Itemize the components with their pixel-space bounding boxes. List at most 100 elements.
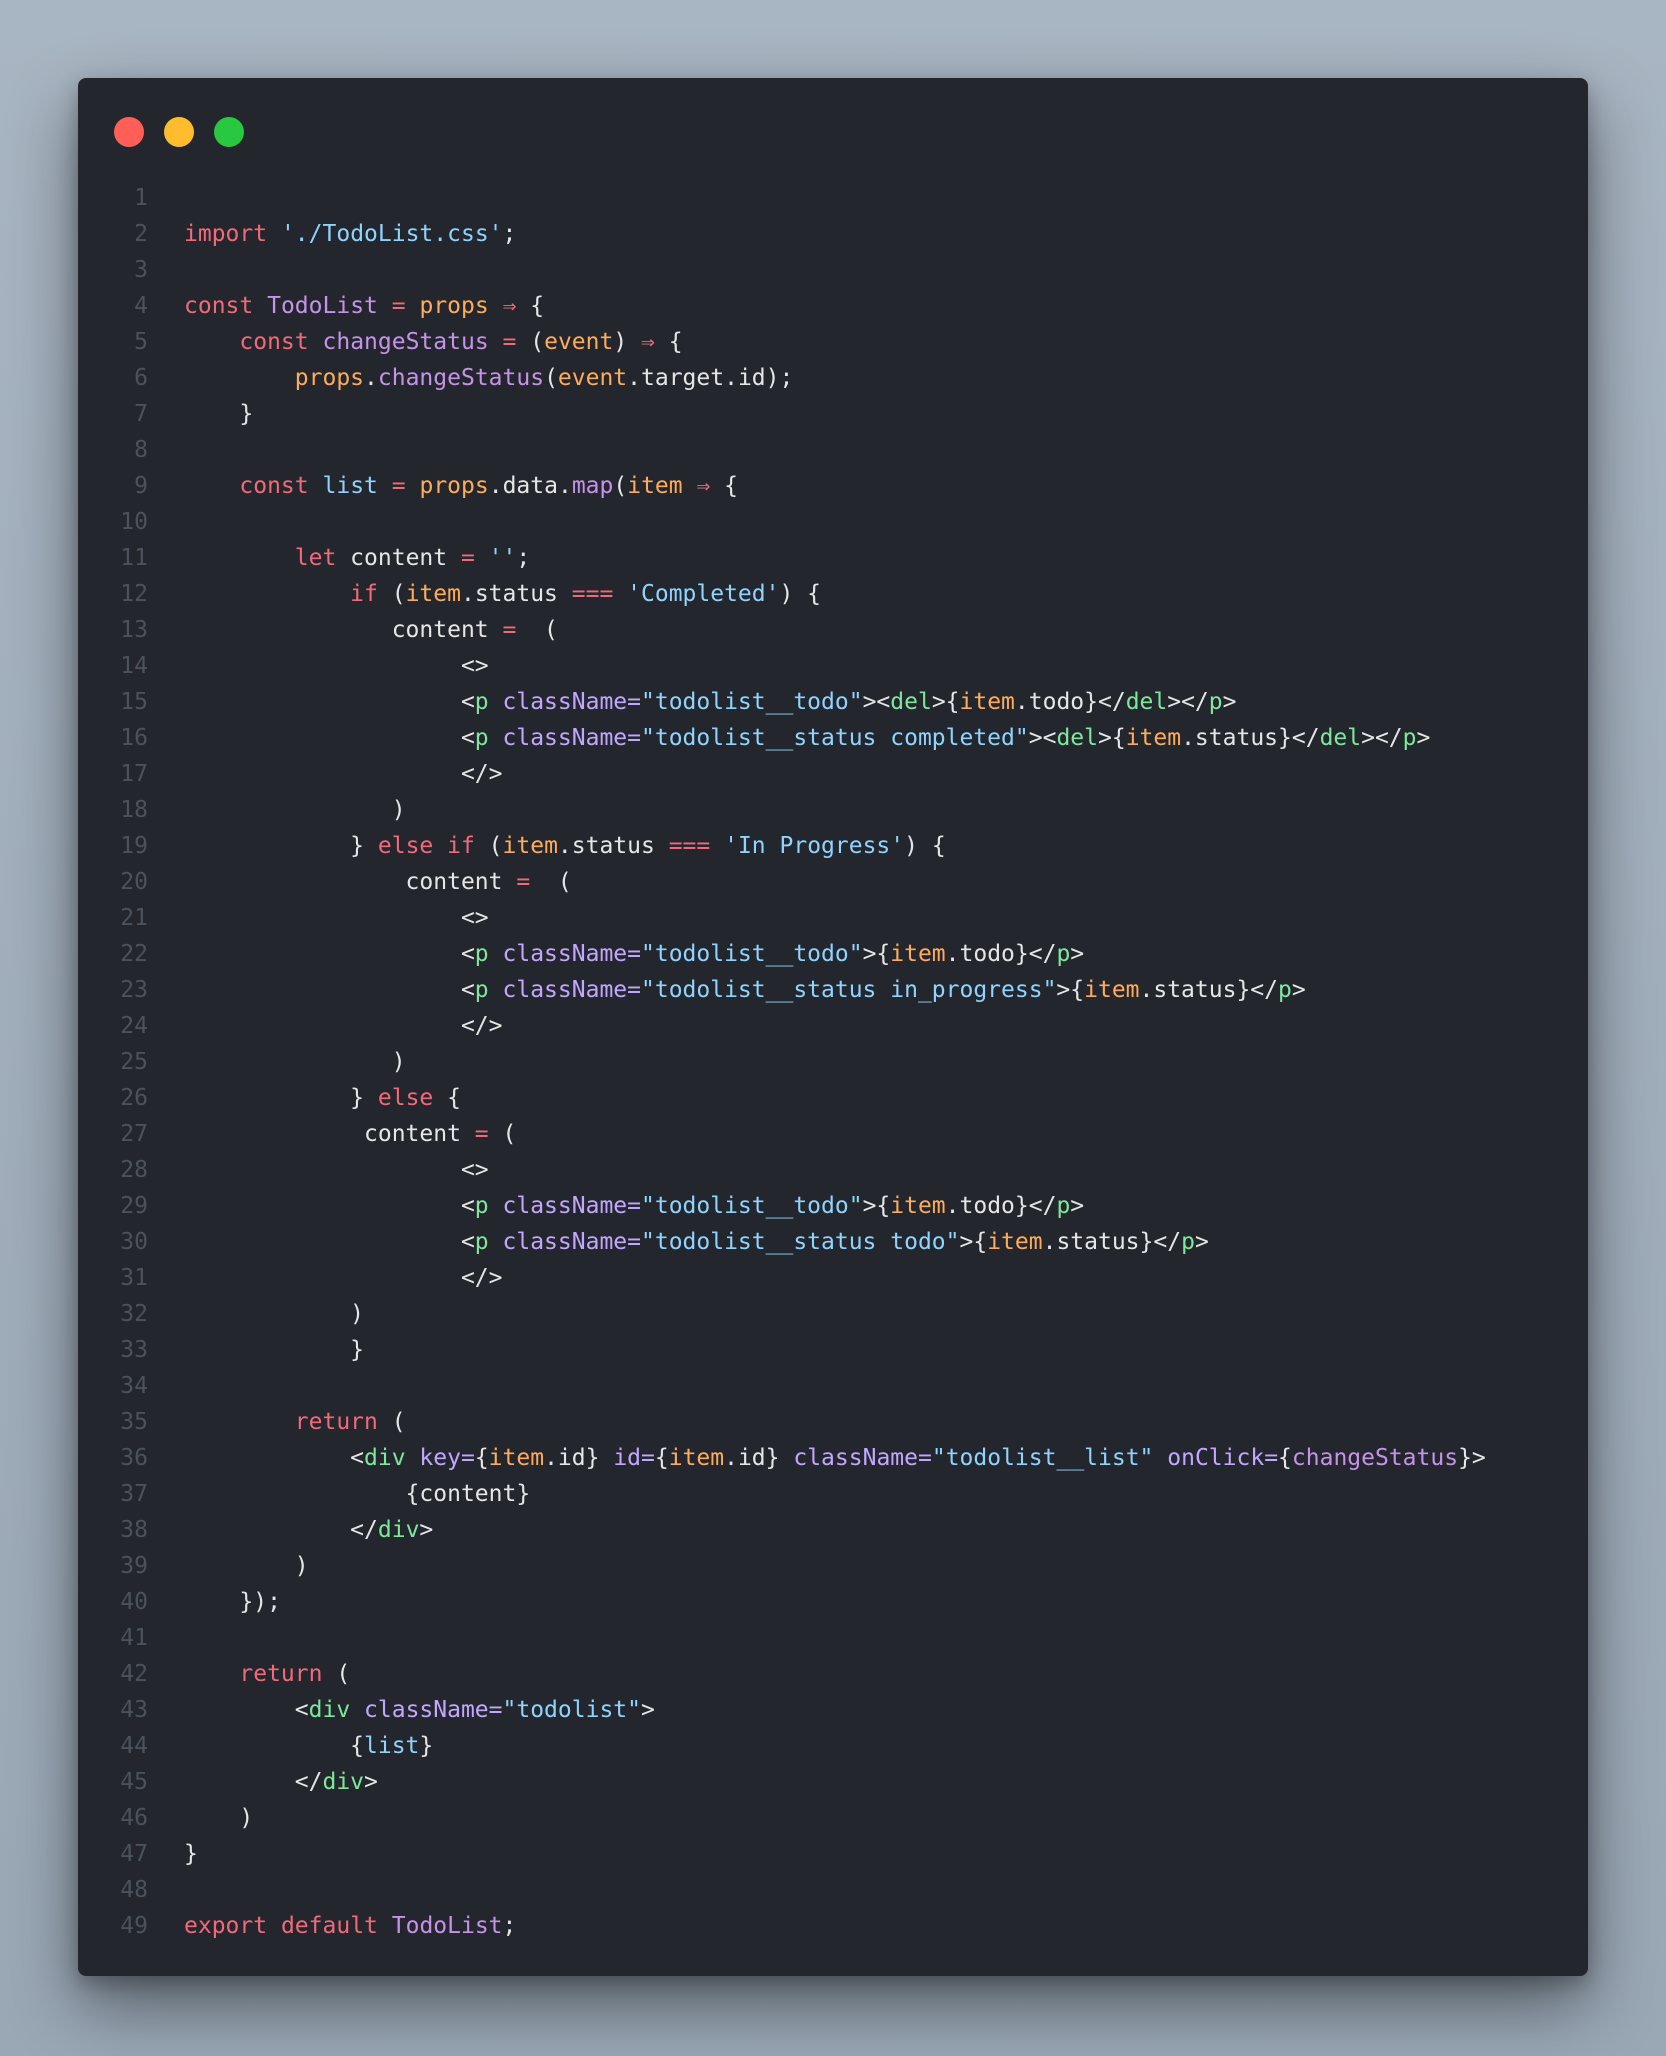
code-token: if	[350, 581, 378, 607]
code-token: p	[474, 977, 489, 1003]
line-number: 12	[120, 581, 148, 607]
code-token: content	[336, 545, 461, 571]
line-number: 34	[120, 1373, 148, 1399]
code-token: >	[364, 1769, 378, 1795]
code-text: let content = '';	[148, 540, 530, 576]
code-token: else	[377, 833, 434, 859]
code-token: >	[641, 1697, 655, 1723]
code-token: <	[184, 1229, 475, 1255]
code-token: .status	[460, 581, 572, 607]
code-token: p	[474, 941, 489, 967]
code-token: return	[294, 1409, 378, 1435]
code-token: import	[184, 221, 268, 247]
code-token: <	[184, 689, 475, 715]
code-token: }	[184, 1841, 198, 1867]
code-token: )	[184, 797, 406, 823]
code-token: <	[184, 977, 475, 1003]
code-line: 13 content = (	[78, 612, 1588, 648]
code-token: (	[377, 1409, 406, 1435]
code-token: {	[654, 1445, 669, 1471]
code-token: item	[1084, 977, 1140, 1003]
code-token: <	[184, 1445, 365, 1471]
code-token: "todolist__status todo"	[641, 1229, 960, 1255]
code-line: 42 return (	[78, 1656, 1588, 1692]
code-line: 40 });	[78, 1584, 1588, 1620]
close-button[interactable]	[114, 117, 144, 147]
line-number: 30	[120, 1229, 148, 1255]
code-token: p	[474, 1193, 489, 1219]
line-number: 10	[120, 509, 148, 535]
code-line: 4 const TodoList = props ⇒ {	[78, 288, 1588, 324]
code-token: <	[184, 1697, 309, 1723]
code-token: default	[280, 1913, 378, 1939]
code-token: (	[544, 365, 558, 391]
code-line: 17 </>	[78, 756, 1588, 792]
code-token: className=	[793, 1445, 932, 1471]
code-token: >	[1194, 1229, 1209, 1255]
line-number: 48	[120, 1877, 148, 1903]
code-text: )	[148, 1044, 406, 1080]
line-number: 29	[120, 1193, 148, 1219]
code-token: .target.id);	[627, 365, 794, 391]
code-line: 8	[78, 432, 1588, 468]
code-token: >{	[1056, 977, 1085, 1003]
code-token: del	[1056, 725, 1098, 751]
code-text: }	[148, 1332, 364, 1368]
line-number: 39	[120, 1553, 148, 1579]
line-number: 9	[134, 473, 148, 499]
code-token: item	[488, 1445, 545, 1471]
code-editor[interactable]: 1 2 import './TodoList.css'; 3 4 const TodoLi…	[78, 180, 1588, 1944]
code-token: del	[1319, 725, 1362, 751]
code-line: 11 let content = '';	[78, 540, 1588, 576]
code-token: changeStatus	[1291, 1445, 1459, 1471]
code-token: .status}</	[1181, 725, 1320, 751]
code-line: 18 )	[78, 792, 1588, 828]
code-token: let	[294, 545, 337, 571]
code-token: =	[460, 545, 475, 571]
code-token: (	[474, 833, 503, 859]
code-token: {	[474, 1445, 489, 1471]
code-line: 21 <>	[78, 900, 1588, 936]
code-line: 41	[78, 1620, 1588, 1656]
code-line: 33 }	[78, 1332, 1588, 1368]
code-token: =	[502, 617, 517, 643]
code-token: "todolist"	[502, 1697, 641, 1723]
code-line: 16 <p className="todolist__status comple…	[78, 720, 1588, 756]
code-token: {	[1278, 1445, 1292, 1471]
code-token: del	[890, 689, 932, 715]
code-text: return (	[148, 1404, 406, 1440]
code-token: (	[530, 869, 572, 895]
line-number: 47	[120, 1841, 148, 1867]
line-number: 23	[120, 977, 148, 1003]
code-token: div	[322, 1769, 365, 1795]
code-token: ><	[862, 689, 891, 715]
line-number: 7	[134, 401, 148, 427]
code-token: {	[516, 293, 545, 319]
line-number: 22	[120, 941, 148, 967]
code-token: item	[890, 941, 946, 967]
minimize-button[interactable]	[164, 117, 194, 147]
code-token: TodoList	[267, 293, 378, 319]
code-token: >	[1222, 689, 1237, 715]
code-token: ) {	[779, 581, 822, 607]
code-token: <>	[184, 653, 489, 679]
line-number: 33	[120, 1337, 148, 1363]
code-line: 1	[78, 180, 1588, 216]
maximize-button[interactable]	[214, 117, 244, 147]
code-window: 1 2 import './TodoList.css'; 3 4 const TodoLi…	[78, 78, 1588, 1976]
line-number: 49	[120, 1913, 148, 1939]
code-token: ⇒	[696, 473, 711, 499]
line-number: 11	[120, 545, 148, 571]
code-token: className=	[502, 941, 641, 967]
code-token: const	[239, 473, 309, 499]
code-token: >	[1416, 725, 1431, 751]
code-token: "todolist__todo"	[641, 689, 863, 715]
code-text: const list = props.data.map(item ⇒ {	[148, 468, 738, 504]
code-token: .	[364, 365, 378, 391]
